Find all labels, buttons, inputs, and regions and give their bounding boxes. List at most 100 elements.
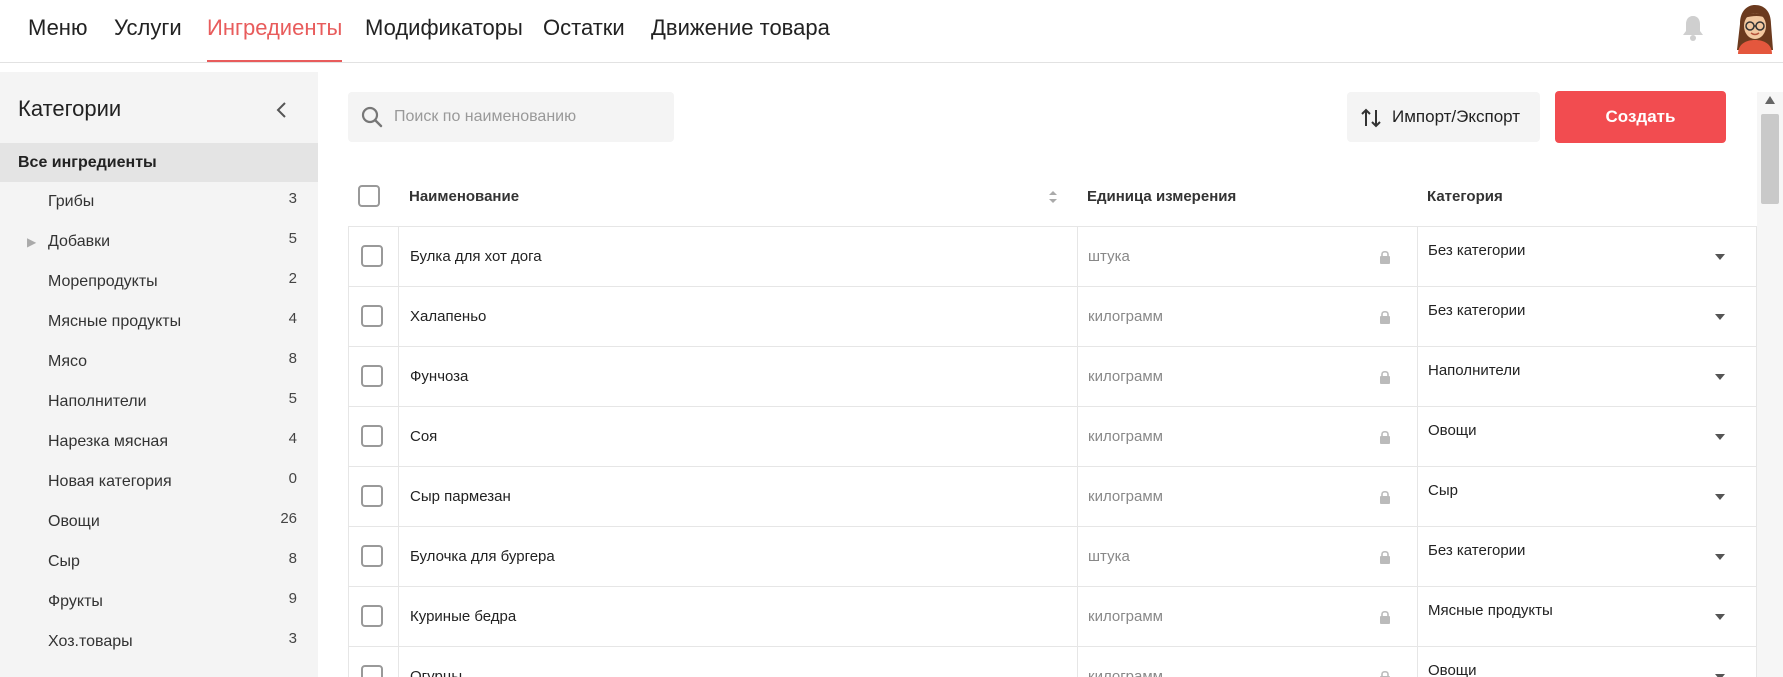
unit-text: килограмм bbox=[1088, 428, 1163, 445]
tab-menu[interactable]: Меню bbox=[28, 0, 87, 62]
sidebar-item-cheese[interactable]: Сыр 8 bbox=[0, 542, 318, 582]
sidebar-item-count: 0 bbox=[288, 470, 297, 487]
category-select[interactable]: Наполнители bbox=[1418, 347, 1756, 406]
table-row: Соя килограмм Овощи bbox=[348, 407, 1757, 467]
category-value: Без категории bbox=[1428, 242, 1526, 259]
ingredient-name[interactable]: Куриные бедра bbox=[399, 587, 1078, 646]
sidebar-item-label: Нарезка мясная bbox=[48, 433, 168, 450]
sidebar-item-count: 2 bbox=[288, 270, 297, 287]
sidebar-item-fillings[interactable]: Наполнители 5 bbox=[0, 382, 318, 422]
row-checkbox[interactable] bbox=[361, 245, 383, 267]
select-all-checkbox[interactable] bbox=[358, 185, 380, 207]
search-input[interactable] bbox=[394, 92, 664, 142]
tab-goods-movement[interactable]: Движение товара bbox=[651, 0, 830, 62]
sidebar-item-vegetables[interactable]: Овощи 26 bbox=[0, 502, 318, 542]
unit-text: килограмм bbox=[1088, 608, 1163, 625]
sidebar-item-count: 9 bbox=[288, 590, 297, 607]
create-ingredient-button[interactable]: Создать ингредиент bbox=[1555, 91, 1726, 178]
scroll-up-icon[interactable] bbox=[1765, 96, 1775, 104]
sidebar-item-count: 4 bbox=[288, 310, 297, 327]
category-select[interactable]: Без категории bbox=[1418, 527, 1756, 586]
sidebar-item-household[interactable]: Хоз.товары 3 bbox=[0, 622, 318, 662]
expand-arrow-icon[interactable]: ▶ bbox=[27, 222, 36, 262]
caret-down-icon[interactable] bbox=[1714, 613, 1726, 621]
vertical-scrollbar[interactable] bbox=[1757, 92, 1783, 677]
ingredient-name[interactable]: Булочка для бургера bbox=[399, 527, 1078, 586]
unit-text: килограмм bbox=[1088, 308, 1163, 325]
lock-icon bbox=[1380, 310, 1390, 324]
column-header-name[interactable]: Наименование bbox=[409, 168, 519, 226]
import-export-label: Импорт/Экспорт bbox=[1392, 107, 1521, 126]
row-checkbox-cell bbox=[349, 527, 399, 586]
scroll-thumb[interactable] bbox=[1761, 114, 1779, 204]
unit-text: штука bbox=[1088, 248, 1130, 265]
lock-icon bbox=[1380, 610, 1390, 624]
sidebar-item-all[interactable]: Все ингредиенты bbox=[0, 143, 318, 182]
unit-text: килограмм bbox=[1088, 488, 1163, 505]
sidebar-item-meat-products[interactable]: Мясные продукты 4 bbox=[0, 302, 318, 342]
avatar[interactable] bbox=[1734, 4, 1776, 54]
caret-down-icon[interactable] bbox=[1714, 553, 1726, 561]
category-select[interactable]: Без категории bbox=[1418, 287, 1756, 346]
category-value: Без категории bbox=[1428, 542, 1526, 559]
category-list: Грибы 3 ▶ Добавки 5 Морепродукты 2 Мясны… bbox=[0, 182, 318, 662]
lock-icon bbox=[1380, 250, 1390, 264]
sidebar-item-seafood[interactable]: Морепродукты 2 bbox=[0, 262, 318, 302]
caret-down-icon[interactable] bbox=[1714, 253, 1726, 261]
category-select[interactable]: Сыр bbox=[1418, 467, 1756, 526]
ingredient-unit: килограмм bbox=[1078, 587, 1418, 646]
ingredient-name[interactable]: Булка для хот дога bbox=[399, 227, 1078, 286]
row-checkbox-cell bbox=[349, 467, 399, 526]
bell-icon[interactable] bbox=[1681, 14, 1705, 42]
row-checkbox[interactable] bbox=[361, 545, 383, 567]
sidebar-item-count: 8 bbox=[288, 550, 297, 567]
sidebar-item-meat[interactable]: Мясо 8 bbox=[0, 342, 318, 382]
table-row: Огурцы килограмм Овощи bbox=[348, 647, 1757, 677]
sidebar-item-count: 8 bbox=[288, 350, 297, 367]
tab-ingredients[interactable]: Ингредиенты bbox=[207, 0, 343, 62]
caret-down-icon[interactable] bbox=[1714, 433, 1726, 441]
ingredient-name[interactable]: Фунчоза bbox=[399, 347, 1078, 406]
sidebar-item-label: Наполнители bbox=[48, 393, 147, 410]
caret-down-icon[interactable] bbox=[1714, 493, 1726, 501]
sidebar-item-additives[interactable]: ▶ Добавки 5 bbox=[0, 222, 318, 262]
sidebar-item-new-category[interactable]: Новая категория 0 bbox=[0, 462, 318, 502]
sort-icon[interactable] bbox=[1045, 187, 1061, 207]
sidebar-item-count: 26 bbox=[280, 510, 297, 527]
tab-services[interactable]: Услуги bbox=[114, 0, 182, 62]
unit-text: килограмм bbox=[1088, 368, 1163, 385]
row-checkbox[interactable] bbox=[361, 305, 383, 327]
top-navigation: Меню Услуги Ингредиенты Модификаторы Ост… bbox=[0, 0, 1783, 63]
category-select[interactable]: Мясные продукты bbox=[1418, 587, 1756, 646]
ingredient-name[interactable]: Огурцы bbox=[399, 647, 1078, 677]
row-checkbox[interactable] bbox=[361, 485, 383, 507]
category-select[interactable]: Овощи bbox=[1418, 647, 1756, 677]
chevron-left-icon[interactable] bbox=[270, 98, 294, 122]
ingredient-name[interactable]: Соя bbox=[399, 407, 1078, 466]
import-export-button[interactable]: Импорт/Экспорт bbox=[1347, 92, 1540, 142]
sidebar-item-count: 5 bbox=[288, 230, 297, 247]
row-checkbox[interactable] bbox=[361, 425, 383, 447]
caret-down-icon[interactable] bbox=[1714, 373, 1726, 381]
category-select[interactable]: Овощи bbox=[1418, 407, 1756, 466]
tab-modifiers[interactable]: Модификаторы bbox=[365, 0, 523, 62]
table-row: Фунчоза килограмм Наполнители bbox=[348, 347, 1757, 407]
sidebar-item-sliced-meat[interactable]: Нарезка мясная 4 bbox=[0, 422, 318, 462]
category-select[interactable]: Без категории bbox=[1418, 227, 1756, 286]
table-row: Булка для хот дога штука Без категории bbox=[348, 227, 1757, 287]
caret-down-icon[interactable] bbox=[1714, 673, 1726, 677]
sidebar-item-mushrooms[interactable]: Грибы 3 bbox=[0, 182, 318, 222]
tab-stock[interactable]: Остатки bbox=[543, 0, 625, 62]
sidebar-item-count: 3 bbox=[288, 630, 297, 647]
sidebar-item-fruits[interactable]: Фрукты 9 bbox=[0, 582, 318, 622]
ingredient-unit: килограмм bbox=[1078, 347, 1418, 406]
category-value: Сыр bbox=[1428, 482, 1458, 499]
sidebar-item-label: Мясо bbox=[48, 353, 88, 370]
row-checkbox[interactable] bbox=[361, 605, 383, 627]
table-row: Халапеньо килограмм Без категории bbox=[348, 287, 1757, 347]
ingredient-name[interactable]: Халапеньо bbox=[399, 287, 1078, 346]
row-checkbox[interactable] bbox=[361, 365, 383, 387]
caret-down-icon[interactable] bbox=[1714, 313, 1726, 321]
row-checkbox[interactable] bbox=[361, 665, 383, 677]
ingredient-name[interactable]: Сыр пармезан bbox=[399, 467, 1078, 526]
